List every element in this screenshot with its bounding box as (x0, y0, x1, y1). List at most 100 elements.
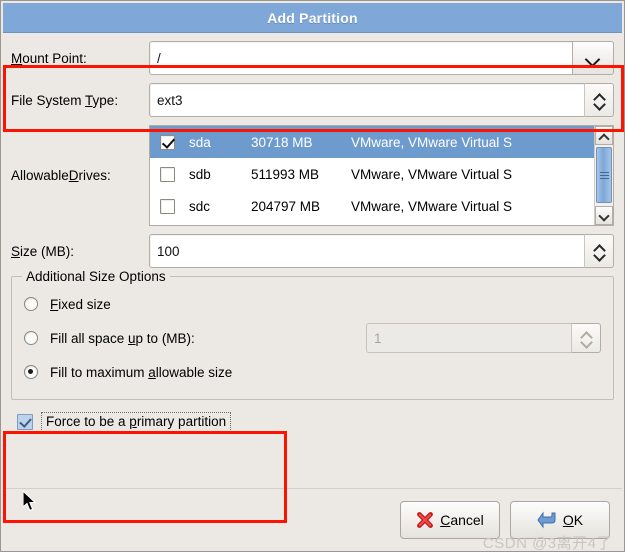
mount-point-label-text: ount Point: (22, 50, 87, 66)
ok-mnemonic: O (562, 512, 574, 528)
file-system-type-value[interactable]: ext3 (149, 83, 584, 117)
enter-arrow-icon (537, 511, 556, 529)
drive-device: sdc (189, 198, 211, 214)
allowable-drives-row: Allowable Drives: sda 30718 MB VMware, V… (11, 125, 614, 226)
ok-button-label: OK (563, 512, 583, 528)
fixed-size-mnemonic: F (50, 296, 59, 312)
fill-max-mnemonic: a (148, 364, 156, 380)
add-partition-dialog: Add Partition Mount Point: / File System… (0, 0, 625, 552)
checkbox-indicator[interactable] (17, 414, 33, 430)
additional-size-options-group: Additional Size Options Fixed size Fill … (11, 269, 614, 400)
scroll-up-button[interactable] (595, 126, 613, 145)
fill-up-to-spinbox: 1 (366, 323, 601, 353)
file-system-type-row: File System Type: ext3 (11, 83, 614, 117)
table-row[interactable]: sda 30718 MB VMware, VMware Virtual S (150, 126, 594, 158)
drive-size: 30718 MB (251, 134, 313, 150)
fill-up-to-input: 1 (366, 323, 571, 353)
size-mb-spinbox[interactable]: 100 (149, 234, 614, 268)
drive-model: VMware, VMware Virtual S (351, 166, 513, 182)
radio-fixed-size[interactable]: Fixed size (24, 287, 601, 321)
fst-label-mnemonic: T (85, 92, 93, 108)
drive-model: VMware, VMware Virtual S (351, 198, 513, 214)
fill-up-to-mnemonic: u (128, 330, 136, 346)
table-row[interactable]: sdc 204797 MB VMware, VMware Virtual S (150, 190, 594, 222)
arrow-down-icon (581, 340, 592, 346)
table-row[interactable]: sdb 511993 MB VMware, VMware Virtual S (150, 158, 594, 190)
radio-indicator[interactable] (24, 297, 38, 311)
radio-fill-to-maximum-allowable-size[interactable]: Fill to maximum allowable size (24, 355, 601, 389)
ad-label-mnemonic: D (68, 168, 79, 183)
file-system-type-spinner[interactable] (584, 83, 614, 117)
force-primary-partition-checkbox[interactable]: Force to be a primary partition (11, 407, 614, 437)
drive-device: sda (189, 134, 211, 150)
file-system-type-label: File System Type: (11, 93, 149, 108)
drive-device: sdb (189, 166, 211, 182)
radio-fill-all-space-up-to[interactable]: Fill all space up to (MB): 1 (24, 321, 601, 355)
scrollbar-thumb[interactable] (596, 147, 612, 203)
size-mb-spinner[interactable] (584, 234, 614, 268)
mount-point-row: Mount Point: / (11, 41, 614, 75)
fixed-size-text: ixed size (58, 296, 111, 312)
scroll-up-icon (600, 133, 609, 139)
drive-rows: sda 30718 MB VMware, VMware Virtual S sd… (150, 126, 594, 225)
cancel-text: ancel (450, 512, 484, 528)
grip-line (599, 177, 609, 179)
fill-up-to-part1: Fill all space (50, 330, 129, 346)
ok-text: K (573, 512, 584, 528)
watermark: CSDN @3离开4了 (482, 535, 612, 552)
fill-max-part1: Fill to maximum (50, 364, 149, 380)
cancel-mnemonic: C (440, 512, 451, 528)
dialog-content: Mount Point: / File System Type: ext3 Al… (1, 33, 624, 523)
force-primary-label: Force to be a primary partition (41, 412, 232, 432)
scrollbar-track[interactable] (595, 145, 613, 206)
chevron-down-icon (586, 54, 600, 62)
red-x-icon (417, 512, 434, 528)
grip-line (599, 171, 609, 173)
drive-size: 204797 MB (251, 198, 321, 214)
dialog-titlebar: Add Partition (3, 3, 622, 33)
drives-scrollbar[interactable] (594, 126, 613, 225)
dialog-footer: Cancel OK CSDN @3离开4了 (1, 489, 624, 552)
mount-point-label: Mount Point: (11, 51, 149, 66)
drive-checkbox[interactable] (160, 166, 175, 182)
mount-point-combobox[interactable]: / (149, 41, 614, 75)
scroll-down-button[interactable] (595, 206, 613, 225)
radio-fixed-size-label: Fixed size (50, 297, 111, 312)
radio-fill-max-label: Fill to maximum allowable size (50, 365, 232, 380)
mount-point-dropdown-button[interactable] (572, 41, 614, 75)
allowable-drives-label: Allowable Drives: (11, 125, 149, 226)
fst-label-part1: File System (11, 92, 86, 108)
mount-point-label-mnemonic: M (11, 50, 23, 66)
cancel-button-label: Cancel (440, 512, 484, 528)
force-primary-mnemonic: p (129, 414, 137, 429)
group-legend: Additional Size Options (22, 269, 170, 284)
fst-label-part2: ype: (92, 92, 119, 108)
size-mb-row: Size (MB): 100 (11, 234, 614, 268)
allowable-drives-list[interactable]: sda 30718 MB VMware, VMware Virtual S sd… (149, 125, 614, 226)
size-mb-label: Size (MB): (11, 244, 149, 259)
size-mb-label-mnemonic: S (11, 243, 21, 259)
drive-size: 511993 MB (251, 166, 320, 182)
arrow-down-icon (594, 253, 605, 259)
grip-line (599, 174, 609, 176)
force-primary-part1: Force to be a (46, 414, 130, 429)
radio-fill-up-to-label: Fill all space up to (MB): (50, 331, 195, 346)
scroll-down-icon (600, 213, 609, 219)
fill-up-to-spinner (571, 323, 601, 353)
file-system-type-combobox[interactable]: ext3 (149, 83, 614, 117)
mount-point-input[interactable]: / (149, 41, 572, 75)
size-mb-label-text: ize (MB): (20, 243, 75, 259)
radio-indicator[interactable] (24, 331, 38, 345)
force-primary-part2: rimary partition (136, 414, 227, 429)
dialog-title: Add Partition (267, 9, 358, 26)
ad-label-part2: rives: (78, 168, 111, 183)
radio-indicator[interactable] (24, 365, 38, 379)
drive-checkbox[interactable] (160, 198, 175, 214)
fill-up-to-part2: p to (MB): (135, 330, 195, 346)
fill-max-part2: llowable size (155, 364, 233, 380)
size-mb-input[interactable]: 100 (149, 234, 584, 268)
ad-label-part1: Allowable (11, 168, 69, 183)
drive-model: VMware, VMware Virtual S (351, 134, 513, 150)
chevron-down-icon (594, 102, 605, 108)
drive-checkbox[interactable] (160, 134, 175, 150)
